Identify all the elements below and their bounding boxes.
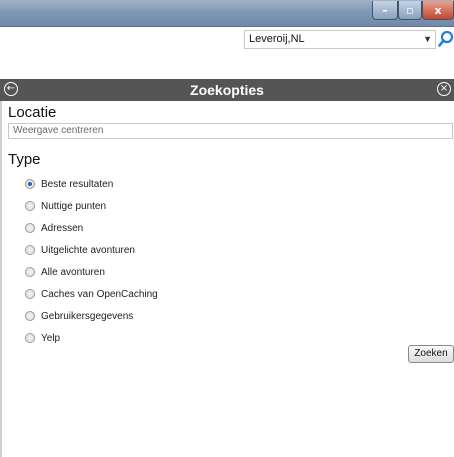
option-label: Nuttige punten <box>41 200 107 212</box>
radio-button[interactable] <box>25 267 35 277</box>
type-option-opencaching[interactable]: Caches van OpenCaching <box>25 287 158 301</box>
type-option-adressen[interactable]: Adressen <box>25 221 83 235</box>
radio-button[interactable] <box>25 201 35 211</box>
location-heading: Locatie <box>8 104 57 121</box>
option-label: Alle avonturen <box>41 266 105 278</box>
panel-title: Zoekopties <box>190 82 264 98</box>
radio-button[interactable] <box>25 223 35 233</box>
radio-button[interactable] <box>25 311 35 321</box>
minimize-button[interactable]: – <box>372 1 398 20</box>
radio-button[interactable] <box>25 289 35 299</box>
type-option-beste-resultaten[interactable]: Beste resultaten <box>25 177 113 191</box>
option-label: Caches van OpenCaching <box>41 288 158 300</box>
option-label: Gebruikersgegevens <box>41 310 134 322</box>
location-value: Leveroij,NL <box>249 33 305 45</box>
maximize-button[interactable]: ▫ <box>398 1 422 20</box>
option-label: Adressen <box>41 222 84 234</box>
type-option-yelp[interactable]: Yelp <box>25 331 60 345</box>
radio-button[interactable] <box>25 245 35 255</box>
type-option-nuttige-punten[interactable]: Nuttige punten <box>25 199 106 213</box>
type-option-alle-avonturen[interactable]: Alle avonturen <box>25 265 105 279</box>
type-heading: Type <box>8 151 41 168</box>
location-dropdown[interactable]: Leveroij,NL ▼ <box>244 30 436 49</box>
location-toolbar: Leveroij,NL ▼ <box>0 27 454 75</box>
radio-button[interactable] <box>25 179 35 189</box>
type-option-uitgelichte-avonturen[interactable]: Uitgelichte avonturen <box>25 243 135 257</box>
panel-header: ← Zoekopties × <box>0 79 454 101</box>
panel-left-border <box>0 101 2 457</box>
magnifier-icon <box>438 29 454 49</box>
radio-button[interactable] <box>25 333 35 343</box>
option-label: Uitgelichte avonturen <box>41 244 135 256</box>
close-circle-icon[interactable]: × <box>437 82 451 96</box>
option-label: Yelp <box>41 332 61 344</box>
type-option-gebruikersgegevens[interactable]: Gebruikersgegevens <box>25 309 133 323</box>
window-titlebar: – ▫ x <box>0 0 454 27</box>
search-submit-button[interactable]: Zoeken <box>408 345 454 363</box>
close-window-button[interactable]: x <box>422 1 454 20</box>
option-label: Beste resultaten <box>41 178 114 190</box>
search-button[interactable] <box>438 29 454 49</box>
location-center-input[interactable]: Weergave centreren <box>8 123 453 139</box>
chevron-down-icon: ▼ <box>423 34 432 44</box>
